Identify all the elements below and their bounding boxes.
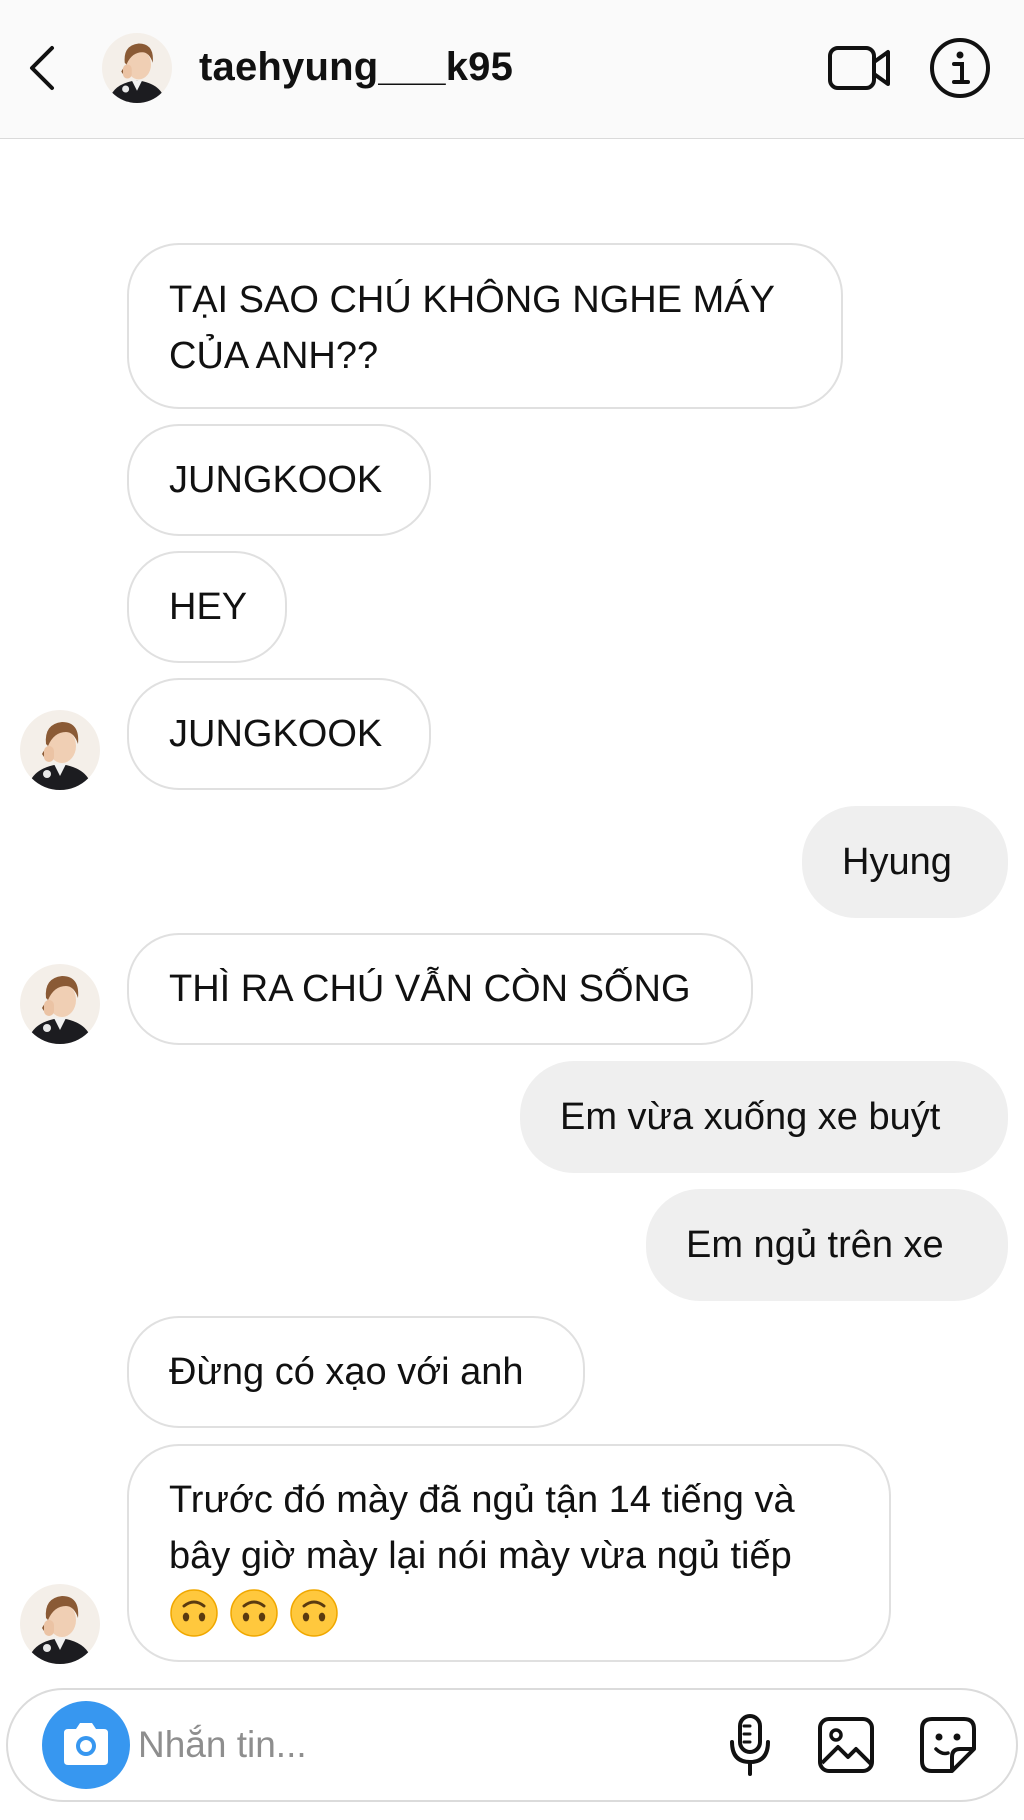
message-text: bây giờ mày lại nói mày vừa ngủ tiếp — [169, 1535, 792, 1577]
avatar[interactable] — [20, 1584, 100, 1664]
upside-down-face-icon — [169, 1588, 219, 1638]
message-bubble-incoming[interactable]: HEY — [127, 551, 287, 663]
upside-down-face-icon — [289, 1588, 339, 1638]
sticker-button[interactable] — [918, 1715, 978, 1775]
chat-header: taehyung___k95 — [0, 0, 1024, 139]
message-text: Em vừa xuống xe buýt — [560, 1096, 941, 1138]
emoji-row — [169, 1584, 849, 1638]
message-bubble-incoming[interactable]: Đừng có xạo với anh — [127, 1316, 585, 1428]
message-text: THÌ RA CHÚ VẪN CÒN SỐNG — [169, 968, 691, 1010]
message-bubble-outgoing[interactable]: Em vừa xuống xe buýt — [520, 1061, 1008, 1173]
message-bubble-incoming[interactable]: TẠI SAO CHÚ KHÔNG NGHE MÁY CỦA ANH?? — [127, 243, 843, 409]
message-text: Trước đó mày đã ngủ tận 14 tiếng và — [169, 1479, 795, 1521]
message-text: Em ngủ trên xe — [686, 1224, 944, 1266]
message-text: Hyung — [842, 841, 952, 883]
message-text: Đừng có xạo với anh — [169, 1351, 524, 1393]
microphone-button[interactable] — [728, 1712, 772, 1778]
upside-down-face-icon — [229, 1588, 279, 1638]
chat-username[interactable]: taehyung___k95 — [199, 45, 513, 90]
message-text: JUNGKOOK — [169, 459, 383, 501]
video-call-button[interactable] — [826, 42, 892, 94]
message-bubble-incoming[interactable]: THÌ RA CHÚ VẪN CÒN SỐNG — [127, 933, 753, 1045]
camera-button[interactable] — [42, 1701, 130, 1789]
chevron-left-icon — [30, 46, 54, 90]
message-text: TẠI SAO CHÚ KHÔNG NGHE MÁY — [169, 279, 775, 321]
message-bubble-outgoing[interactable]: Em ngủ trên xe — [646, 1189, 1008, 1301]
message-bubble-incoming[interactable]: Trước đó mày đã ngủ tận 14 tiếng và bây … — [127, 1444, 891, 1662]
message-bubble-incoming[interactable]: JUNGKOOK — [127, 424, 431, 536]
photo-button[interactable] — [816, 1715, 876, 1775]
microphone-icon — [730, 1714, 770, 1776]
info-icon — [930, 38, 990, 98]
message-text: HEY — [169, 586, 248, 628]
sticker-icon — [920, 1717, 976, 1773]
header-avatar[interactable] — [102, 33, 172, 103]
info-button[interactable] — [928, 36, 992, 100]
back-button[interactable] — [22, 42, 62, 94]
avatar[interactable] — [20, 710, 100, 790]
video-call-icon — [828, 46, 890, 90]
message-bubble-outgoing[interactable]: Hyung — [802, 806, 1008, 918]
message-text: CỦA ANH?? — [169, 335, 379, 377]
message-text: JUNGKOOK — [169, 713, 383, 755]
avatar[interactable] — [20, 964, 100, 1044]
message-input[interactable] — [138, 1716, 698, 1774]
camera-icon — [64, 1723, 108, 1765]
photo-icon — [818, 1717, 874, 1773]
message-bubble-incoming[interactable]: JUNGKOOK — [127, 678, 431, 790]
